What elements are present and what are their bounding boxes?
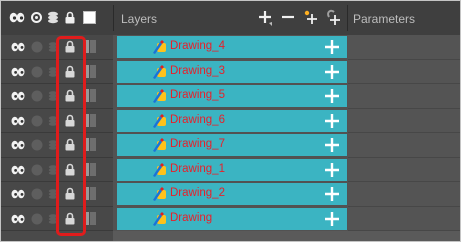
- timeline-header: Layers Parameters: [1, 1, 460, 35]
- drawing-layer-icon: [153, 113, 166, 128]
- solo-icon[interactable]: [31, 12, 42, 23]
- eye-icon[interactable]: [11, 42, 25, 52]
- solo-toggle-icon[interactable]: [31, 66, 43, 78]
- solo-toggle-icon[interactable]: [31, 115, 43, 127]
- solo-toggle-icon[interactable]: [31, 41, 43, 53]
- layer-name-cell[interactable]: Drawing_3: [117, 60, 347, 83]
- drawing-layer-icon: [153, 187, 166, 201]
- layer-name-cell[interactable]: Drawing_7: [117, 134, 347, 156]
- solo-toggle-icon[interactable]: [31, 164, 43, 176]
- layer-stack-icon[interactable]: [47, 11, 59, 24]
- parameters-cell: [348, 59, 460, 84]
- layer-name-cell[interactable]: Drawing_6: [117, 109, 347, 132]
- solo-toggle-icon[interactable]: [31, 139, 43, 151]
- add-icon[interactable]: [324, 186, 340, 202]
- parameters-cell: [348, 133, 460, 158]
- add-icon[interactable]: [324, 211, 340, 227]
- eye-icon[interactable]: [11, 165, 25, 175]
- solo-toggle-icon[interactable]: [31, 90, 43, 102]
- layer-name-cell[interactable]: Drawing_5: [117, 85, 347, 107]
- eye-icon[interactable]: [11, 116, 25, 126]
- show-all-icon[interactable]: [9, 12, 25, 23]
- layer-name: Drawing_7: [170, 138, 225, 150]
- parameters-cell: [348, 206, 460, 231]
- add-icon[interactable]: [324, 64, 340, 80]
- parameters-column-label: Parameters: [353, 12, 416, 26]
- solo-toggle-icon[interactable]: [31, 213, 43, 225]
- drawing-layer-icon: [153, 211, 166, 226]
- header-divider: [347, 5, 348, 31]
- drawing-layer-icon: [153, 162, 166, 177]
- color-swatch-icon[interactable]: [83, 11, 96, 24]
- layer-name: Drawing_5: [170, 89, 225, 101]
- eye-icon[interactable]: [11, 67, 25, 77]
- layer-name-cell[interactable]: Drawing_2: [117, 183, 347, 205]
- add-icon[interactable]: [324, 113, 340, 129]
- eye-icon[interactable]: [11, 140, 25, 150]
- parameters-cell: [348, 84, 460, 109]
- solo-toggle-icon[interactable]: [31, 188, 43, 200]
- drawing-layer-icon: [153, 89, 166, 103]
- parameters-cell: [348, 182, 460, 207]
- layer-name: Drawing_6: [170, 113, 225, 126]
- drawing-layer-icon: [153, 64, 166, 79]
- lock-icon[interactable]: [65, 11, 75, 24]
- layer-name: Drawing_4: [170, 40, 225, 52]
- drawing-layer-icon: [153, 40, 166, 54]
- add-layer-icon[interactable]: [258, 9, 275, 27]
- header-toggles: [1, 1, 113, 35]
- add-icon[interactable]: [324, 88, 340, 104]
- parameters-cell: [348, 108, 460, 133]
- layer-name: Drawing_2: [170, 187, 225, 199]
- layers-column-label: Layers: [121, 12, 158, 26]
- eye-icon[interactable]: [11, 214, 25, 224]
- parameters-cell: [348, 35, 460, 60]
- drawing-layer-icon: [153, 138, 166, 152]
- delete-layer-icon[interactable]: [281, 9, 295, 27]
- add-peg-icon[interactable]: [303, 9, 319, 27]
- add-effect-icon[interactable]: [325, 9, 343, 27]
- layer-name-cell[interactable]: Drawing: [117, 207, 347, 230]
- eye-icon[interactable]: [11, 91, 25, 101]
- add-icon[interactable]: [324, 39, 340, 55]
- layer-name-cell[interactable]: Drawing_4: [117, 36, 347, 58]
- eye-icon[interactable]: [11, 189, 25, 199]
- layer-name: Drawing: [170, 211, 213, 224]
- header-divider: [113, 5, 114, 31]
- layer-name: Drawing_3: [170, 64, 225, 77]
- parameters-cell: [348, 157, 460, 182]
- add-icon[interactable]: [324, 137, 340, 153]
- layer-name-cell[interactable]: Drawing_1: [117, 158, 347, 181]
- layer-name: Drawing_1: [170, 162, 225, 175]
- lock-column-highlight: [56, 36, 86, 236]
- add-icon[interactable]: [324, 162, 340, 178]
